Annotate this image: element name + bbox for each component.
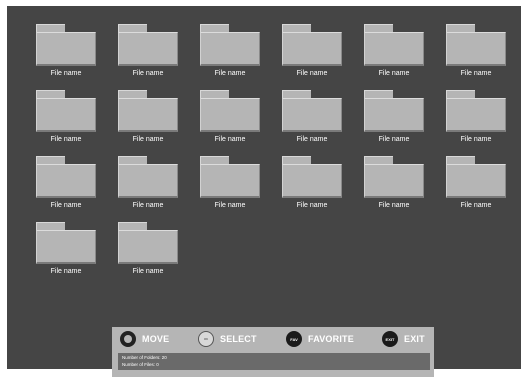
folder-icon — [36, 90, 96, 134]
folder-item[interactable]: File name — [190, 156, 270, 218]
folder-item[interactable]: File name — [272, 156, 352, 218]
folder-icon — [446, 90, 506, 134]
folder-item[interactable]: File name — [26, 156, 106, 218]
folder-icon — [446, 156, 506, 200]
folder-count-text: Number of Folders: 20 — [122, 355, 167, 360]
exit-label: EXIT — [404, 334, 425, 344]
folder-icon — [200, 24, 260, 68]
folder-icon — [36, 156, 96, 200]
folder-name-label: File name — [132, 136, 164, 143]
dpad-ring-icon — [120, 331, 136, 347]
favorite-label: FAVORITE — [308, 334, 354, 344]
folder-name-label: File name — [50, 70, 82, 77]
folder-item[interactable]: File name — [108, 90, 188, 152]
folder-name-label: File name — [50, 268, 82, 275]
file-browser-screen: File name File name File name File name File… — [7, 6, 521, 377]
folder-item[interactable]: File name — [108, 222, 188, 284]
folder-icon — [364, 24, 424, 68]
folder-icon — [200, 90, 260, 134]
folder-grid: File name File name File name File name File… — [7, 6, 521, 306]
folder-name-label: File name — [296, 136, 328, 143]
folder-icon — [282, 156, 342, 200]
folder-icon — [364, 90, 424, 134]
folder-name-label: File name — [132, 202, 164, 209]
folder-name-label: File name — [296, 202, 328, 209]
folder-icon — [446, 24, 506, 68]
folder-item[interactable]: File name — [26, 222, 106, 284]
folder-name-label: File name — [214, 136, 246, 143]
folder-item[interactable]: File name — [272, 24, 352, 86]
exit-button-icon: EXIT — [382, 331, 398, 347]
folder-item[interactable]: File name — [354, 156, 434, 218]
folder-icon — [118, 90, 178, 134]
folder-name-label: File name — [214, 70, 246, 77]
folder-name-label: File name — [132, 268, 164, 275]
folder-name-label: File name — [50, 136, 82, 143]
folder-name-label: File name — [296, 70, 328, 77]
folder-item[interactable]: File name — [436, 156, 516, 218]
folder-name-label: File name — [460, 136, 492, 143]
folder-item[interactable]: File name — [108, 156, 188, 218]
folder-item[interactable]: File name — [108, 24, 188, 86]
folder-icon — [282, 24, 342, 68]
folder-name-label: File name — [460, 202, 492, 209]
folder-item[interactable]: File name — [190, 24, 270, 86]
folder-icon — [364, 156, 424, 200]
ok-button-icon: OK — [198, 331, 214, 347]
folder-icon — [118, 156, 178, 200]
folder-icon — [118, 24, 178, 68]
move-label: MOVE — [142, 334, 170, 344]
move-control[interactable]: MOVE — [120, 331, 169, 347]
folder-item[interactable]: File name — [190, 90, 270, 152]
folder-icon — [36, 222, 96, 266]
fav-badge-text: FAV — [290, 336, 298, 342]
folder-icon — [36, 24, 96, 68]
control-bar: MOVE OK SELECT FAV FAVORITE EXIT EXIT Nu… — [112, 327, 434, 377]
folder-name-label: File name — [378, 70, 410, 77]
folder-name-label: File name — [50, 202, 82, 209]
info-panel: Number of Folders: 20 Number of Files: 0 — [118, 353, 430, 370]
folder-item[interactable]: File name — [26, 90, 106, 152]
ok-badge-text: OK — [203, 337, 209, 341]
folder-icon — [118, 222, 178, 266]
folder-item[interactable]: File name — [272, 90, 352, 152]
folder-name-label: File name — [378, 202, 410, 209]
folder-name-label: File name — [214, 202, 246, 209]
select-control[interactable]: OK SELECT — [198, 331, 257, 347]
folder-item[interactable]: File name — [354, 24, 434, 86]
folder-item[interactable]: File name — [436, 24, 516, 86]
folder-name-label: File name — [378, 136, 410, 143]
fav-button-icon: FAV — [286, 331, 302, 347]
file-count-text: Number of Files: 0 — [122, 362, 159, 367]
folder-item[interactable]: File name — [436, 90, 516, 152]
folder-item[interactable]: File name — [26, 24, 106, 86]
exit-badge-text: EXIT — [385, 336, 395, 342]
folder-icon — [282, 90, 342, 134]
exit-control[interactable]: EXIT EXIT — [382, 331, 425, 347]
select-label: SELECT — [220, 334, 257, 344]
folder-icon — [200, 156, 260, 200]
folder-item[interactable]: File name — [354, 90, 434, 152]
folder-name-label: File name — [460, 70, 492, 77]
folder-name-label: File name — [132, 70, 164, 77]
controls-row: MOVE OK SELECT FAV FAVORITE EXIT EXIT — [112, 327, 434, 351]
favorite-control[interactable]: FAV FAVORITE — [286, 331, 354, 347]
